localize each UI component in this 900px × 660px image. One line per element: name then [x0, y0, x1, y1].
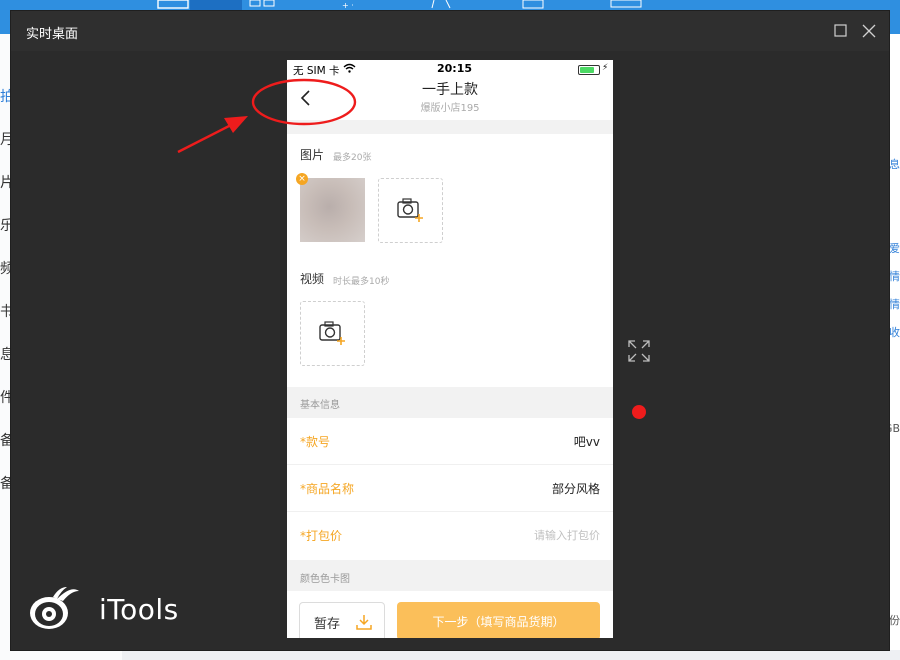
right-link[interactable]: 情: [889, 268, 900, 284]
live-desktop-window: 实时桌面 iTools 无 SIM 卡 20:15 ⚡ 一手上款 爆版小店195…: [11, 11, 889, 650]
carrier-label: 无 SIM 卡: [293, 65, 340, 77]
itools-logo: iTools: [27, 585, 197, 635]
divider: [287, 120, 613, 134]
window-titlebar[interactable]: 实时桌面: [11, 11, 889, 51]
phone-screen[interactable]: 无 SIM 卡 20:15 ⚡ 一手上款 爆版小店195 图片 最多20张 ×: [287, 60, 613, 638]
field-row[interactable]: *商品名称 部分风格: [287, 465, 613, 512]
right-link[interactable]: 收: [889, 324, 900, 340]
battery-icon: [578, 65, 600, 75]
wifi-icon: [343, 63, 356, 73]
status-bar: 无 SIM 卡 20:15 ⚡: [287, 60, 613, 78]
next-step-button[interactable]: 下一步（填写商品货期）: [397, 602, 600, 638]
itools-statusbar: [122, 650, 900, 660]
action-bar: 暂存 下一步（填写商品货期）: [287, 591, 613, 638]
price-input[interactable]: 请输入打包价: [534, 527, 600, 543]
right-link[interactable]: 爱: [889, 240, 900, 256]
maximize-icon[interactable]: [831, 21, 851, 41]
field-row[interactable]: *款号 吧vv: [287, 418, 613, 465]
nav-bar: 一手上款 爆版小店195: [287, 78, 613, 120]
images-hint: 最多20张: [333, 153, 372, 163]
field-value[interactable]: 部分风格: [552, 480, 600, 497]
download-icon: [356, 615, 372, 630]
video-label: 视频: [300, 272, 325, 286]
status-time: 20:15: [437, 62, 473, 75]
image-thumbnail[interactable]: [300, 178, 365, 242]
itools-right-panel: 息 爱 情 情 收 GB 份: [884, 34, 900, 660]
camera-add-icon: [319, 321, 345, 345]
camera-add-icon: [397, 198, 423, 222]
charging-icon: ⚡: [602, 63, 609, 73]
save-draft-button[interactable]: 暂存: [299, 602, 385, 638]
images-label: 图片: [300, 148, 325, 162]
fullscreen-icon[interactable]: [627, 339, 651, 363]
itools-logo-text: iTools: [99, 593, 179, 626]
next-step-label: 下一步（填写商品货期）: [432, 615, 565, 629]
field-label: *打包价: [300, 529, 343, 543]
page-subtitle: 爆版小店195: [420, 103, 480, 114]
section-header: 基本信息: [287, 387, 613, 418]
field-label: *款号: [300, 435, 331, 449]
add-video-button[interactable]: [300, 301, 365, 366]
itools-logo-icon: [30, 587, 79, 629]
save-draft-label: 暂存: [314, 617, 341, 632]
field-row[interactable]: *打包价 请输入打包价: [287, 512, 613, 558]
field-label: *商品名称: [300, 482, 355, 496]
toolbar-active-tab[interactable]: [190, 0, 242, 10]
page-title: 一手上款: [422, 82, 478, 98]
remove-image-icon[interactable]: ×: [296, 173, 308, 185]
svg-text:+ ·: + ·: [342, 1, 354, 10]
field-value[interactable]: 吧vv: [574, 433, 600, 450]
color-card-header: 颜色色卡图: [300, 574, 350, 585]
record-dot: [632, 405, 646, 419]
add-image-button[interactable]: [378, 178, 443, 243]
backup-label: 份: [889, 614, 900, 627]
video-hint: 时长最多10秒: [333, 277, 390, 287]
basic-info-header: 基本信息: [300, 400, 340, 411]
window-title: 实时桌面: [26, 27, 79, 42]
section-header: 颜色色卡图: [287, 560, 613, 591]
right-link[interactable]: 情: [889, 296, 900, 312]
right-link[interactable]: 息: [889, 156, 900, 172]
close-icon[interactable]: [859, 21, 879, 41]
